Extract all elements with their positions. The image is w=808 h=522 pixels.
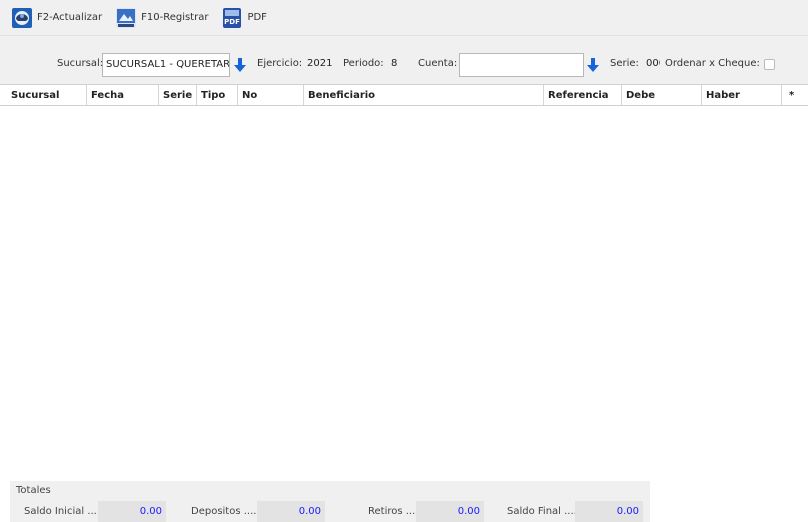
sucursal-label: Sucursal:: [57, 58, 104, 69]
refresh-button[interactable]: F2-Actualizar: [12, 6, 102, 30]
retiros-label: Retiros ....: [368, 506, 419, 517]
ordenar-checkbox[interactable]: [764, 59, 775, 70]
saldo-final-label: Saldo Final ....: [507, 506, 577, 517]
column-header-no[interactable]: No: [238, 85, 304, 105]
register-button[interactable]: F10-Registrar: [116, 6, 208, 30]
column-header-beneficiario[interactable]: Beneficiario: [304, 85, 544, 105]
totals-panel: Totales Saldo Inicial .... 0.00 Deposito…: [10, 481, 650, 522]
totals-section: Totales Saldo Inicial .... 0.00 Deposito…: [0, 478, 808, 522]
pdf-label: PDF: [247, 12, 267, 23]
column-header-debe[interactable]: Debe: [622, 85, 702, 105]
retiros-value: 0.00: [416, 501, 484, 522]
filter-bar: Sucursal: SUCURSAL1 - QUERETARO Ejercici…: [0, 36, 808, 84]
totals-title: Totales: [16, 485, 51, 496]
cuenta-label: Cuenta:: [418, 58, 458, 69]
column-header-fecha[interactable]: Fecha: [87, 85, 159, 105]
column-header-referencia[interactable]: Referencia: [544, 85, 622, 105]
saldo-inicial-value: 0.00: [98, 501, 166, 522]
periodo-field[interactable]: 8: [391, 58, 397, 69]
ordenar-label: Ordenar x Cheque:: [665, 58, 760, 69]
svg-text:PDF: PDF: [225, 18, 241, 26]
arrow-down-icon: [234, 58, 246, 72]
grid-header: Sucursal Fecha Serie Tipo No Beneficiari…: [0, 84, 808, 106]
column-header-sucursal[interactable]: Sucursal: [7, 85, 87, 105]
refresh-icon: [12, 7, 32, 28]
grid-body[interactable]: [0, 106, 808, 478]
column-header-serie[interactable]: Serie: [159, 85, 197, 105]
saldo-inicial-label: Saldo Inicial ....: [24, 506, 101, 517]
column-header-tipo[interactable]: Tipo: [197, 85, 238, 105]
arrow-down-icon: [587, 58, 599, 72]
saldo-final-value: 0.00: [575, 501, 643, 522]
filter-row: Sucursal: SUCURSAL1 - QUERETARO Ejercici…: [0, 53, 808, 77]
depositos-value: 0.00: [257, 501, 325, 522]
toolbar: F2-Actualizar F10-Registrar PDF PDF: [0, 0, 808, 36]
ejercicio-field[interactable]: 2021: [307, 58, 332, 69]
serie-field[interactable]: 000: [646, 58, 660, 69]
sucursal-field[interactable]: SUCURSAL1 - QUERETARO: [102, 53, 230, 77]
register-icon: [116, 7, 137, 28]
cuenta-picker-button[interactable]: [584, 55, 602, 75]
serie-label: Serie:: [610, 58, 639, 69]
register-label: F10-Registrar: [141, 12, 209, 23]
column-header-haber[interactable]: Haber: [702, 85, 782, 105]
ejercicio-label: Ejercicio:: [257, 58, 303, 69]
pdf-icon: PDF: [222, 7, 242, 28]
depositos-label: Depositos ....: [191, 506, 257, 517]
sucursal-picker-button[interactable]: [231, 55, 249, 75]
pdf-button[interactable]: PDF PDF: [222, 6, 267, 30]
refresh-label: F2-Actualizar: [37, 12, 103, 23]
cuenta-field[interactable]: [459, 53, 584, 77]
periodo-label: Periodo:: [343, 58, 384, 69]
column-header-star[interactable]: *: [782, 85, 806, 105]
